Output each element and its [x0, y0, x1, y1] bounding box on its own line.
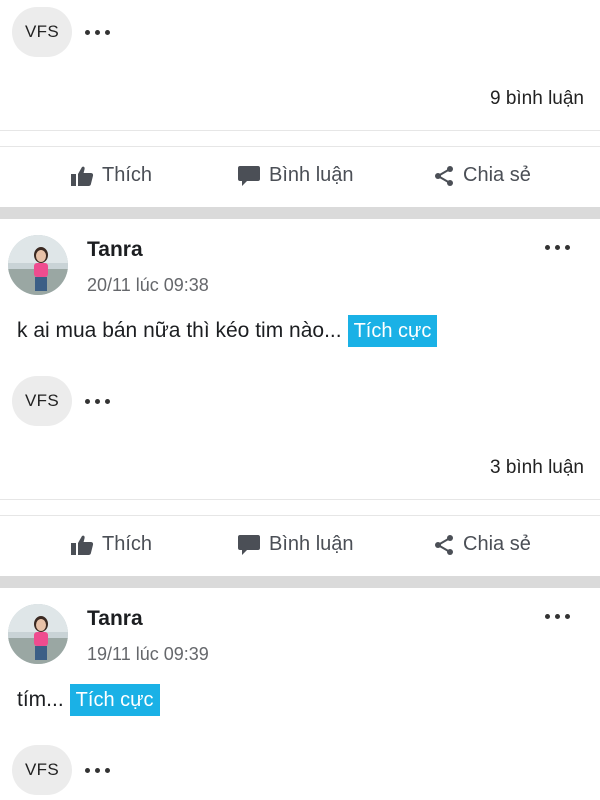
- post-body: k ai mua bán nữa thì kéo tim nào... Tích…: [17, 315, 438, 347]
- commenter-chip-label: VFS: [25, 22, 59, 41]
- action-bar: Thích Bình luận Chia sẻ: [0, 146, 600, 208]
- share-button[interactable]: Chia sẻ: [433, 533, 531, 556]
- sentiment-tag: Tích cực: [69, 684, 160, 716]
- post-body: tím... Tích cực: [17, 684, 160, 716]
- profile-photo-icon: [8, 235, 68, 295]
- commenter-chip[interactable]: VFS: [12, 376, 72, 426]
- thumbs-up-icon: [71, 166, 94, 186]
- share-label: Chia sẻ: [463, 533, 531, 555]
- feed: VFS 9 bình luận Thích Bình luận Chia sẻ …: [0, 0, 600, 800]
- avatar[interactable]: [8, 604, 68, 664]
- post-separator: [0, 207, 600, 219]
- author-name[interactable]: Tanra: [87, 238, 143, 262]
- divider: [0, 499, 600, 500]
- action-bar: Thích Bình luận Chia sẻ: [0, 515, 600, 577]
- speech-bubble-icon: [238, 534, 260, 555]
- commenter-chip[interactable]: VFS: [12, 745, 72, 795]
- comment-count[interactable]: 3 bình luận: [490, 457, 584, 479]
- comment-label: Bình luận: [269, 533, 354, 555]
- like-label: Thích: [102, 533, 153, 555]
- commenter-chip[interactable]: VFS: [12, 7, 72, 57]
- more-options-icon[interactable]: [85, 27, 110, 37]
- thumbs-up-icon: [71, 535, 94, 555]
- post-timestamp[interactable]: 20/11 lúc 09:38: [87, 275, 209, 296]
- post-separator: [0, 576, 600, 588]
- divider: [0, 130, 600, 131]
- sentiment-tag: Tích cực: [347, 315, 438, 347]
- more-options-icon[interactable]: [545, 242, 570, 252]
- share-button[interactable]: Chia sẻ: [433, 164, 531, 187]
- post-text: k ai mua bán nữa thì kéo tim nào...: [17, 319, 342, 342]
- comment-label: Bình luận: [269, 164, 354, 186]
- commenter-chip-label: VFS: [25, 760, 59, 779]
- commenter-chip-label: VFS: [25, 391, 59, 410]
- post-timestamp[interactable]: 19/11 lúc 09:39: [87, 644, 209, 665]
- avatar[interactable]: [8, 235, 68, 295]
- more-options-icon[interactable]: [85, 396, 110, 406]
- comment-button[interactable]: Bình luận: [237, 164, 354, 187]
- speech-bubble-icon: [238, 165, 260, 186]
- like-label: Thích: [102, 164, 153, 186]
- more-options-icon[interactable]: [545, 611, 570, 621]
- comment-count[interactable]: 9 bình luận: [490, 88, 584, 110]
- comment-button[interactable]: Bình luận: [237, 533, 354, 556]
- share-icon: [435, 534, 453, 555]
- share-label: Chia sẻ: [463, 164, 531, 186]
- like-button[interactable]: Thích: [70, 533, 152, 556]
- post-text: tím...: [17, 688, 64, 711]
- profile-photo-icon: [8, 604, 68, 664]
- share-icon: [435, 165, 453, 186]
- like-button[interactable]: Thích: [70, 164, 152, 187]
- more-options-icon[interactable]: [85, 765, 110, 775]
- author-name[interactable]: Tanra: [87, 607, 143, 631]
